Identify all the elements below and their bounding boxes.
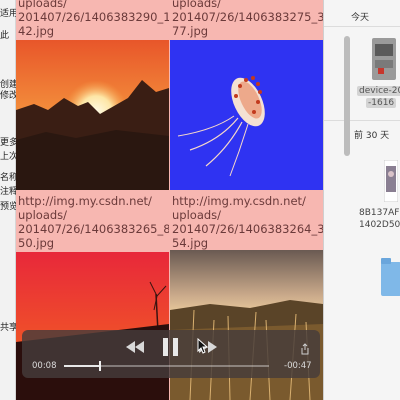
mouse-cursor <box>197 337 209 359</box>
photo-file-icon <box>383 159 399 203</box>
finder-scrollbar[interactable] <box>344 36 350 156</box>
playback-scrubber[interactable] <box>64 361 269 371</box>
video-controls-bar[interactable]: 00:08 -00:47 <box>22 330 320 378</box>
divider <box>324 26 400 27</box>
image-caption-line: uploads/ <box>18 208 68 222</box>
info-label-preview: 预览 <box>0 202 16 212</box>
file-name-line[interactable]: 8B137AF6 <box>359 208 400 218</box>
gallery-cell-jellyfish[interactable]: uploads/ 201407/26/1406383275_39 77.jpg <box>170 0 323 190</box>
info-label-last-opened: 上次打 <box>0 152 16 162</box>
image-caption-line: 201407/26/1406383265_85 <box>18 222 169 236</box>
info-label-this: 此 <box>0 31 10 41</box>
file-name-line[interactable]: device-20 <box>357 86 400 96</box>
jellyfish-image[interactable] <box>170 40 323 190</box>
image-caption-line: 201407/26/1406383275_39 <box>172 10 323 24</box>
section-header-today: 今天 <box>351 13 370 23</box>
share-icon <box>301 343 309 355</box>
rewind-button[interactable] <box>125 340 145 359</box>
elapsed-time: 00:08 <box>32 361 57 371</box>
share-button[interactable] <box>300 342 310 360</box>
rewind-icon <box>126 341 144 353</box>
image-caption-line: http://img.my.csdn.net/ <box>172 194 306 208</box>
remaining-time: -00:47 <box>284 361 312 371</box>
info-label-name: 名称 <box>0 173 16 183</box>
playback-scrubber-knob[interactable] <box>98 361 101 371</box>
screenshot-file-icon <box>372 38 396 80</box>
image-caption-line: 42.jpg <box>18 24 55 38</box>
sunset-mountains-image[interactable] <box>16 40 169 190</box>
info-label-modified: 修改时 <box>0 91 16 101</box>
photo-thumbnail[interactable] <box>383 159 399 203</box>
arrow-cursor-icon <box>197 337 209 354</box>
divider <box>324 120 400 121</box>
info-label-share: 共享 <box>0 323 16 333</box>
image-caption-line: http://img.my.csdn.net/ <box>18 194 152 208</box>
pause-button[interactable] <box>162 337 180 362</box>
image-caption-line: 201407/26/1406383290_10 <box>18 10 169 24</box>
playback-progress-fill <box>64 365 99 367</box>
image-caption-line: uploads/ <box>172 208 222 222</box>
file-name-line[interactable]: -1616 <box>366 98 397 108</box>
image-caption-line: 54.jpg <box>172 236 209 250</box>
gallery-cell-sunset-mountains[interactable]: uploads/ 201407/26/1406383290_10 42.jpg <box>16 0 169 190</box>
file-name-line[interactable]: 1402D50... <box>359 220 400 230</box>
folder-thumbnail[interactable] <box>381 258 400 296</box>
desktop: 适用 此 创建时 修改时 更多 上次打 名称 注释 预览 共享 uploads/… <box>0 0 400 400</box>
section-header-previous-30-days: 前 30 天 <box>354 131 390 141</box>
image-caption-line: 201407/26/1406383264_39 <box>172 222 323 236</box>
image-caption-line: 50.jpg <box>18 236 55 250</box>
finder-window: 今天 device-20 -1616 前 30 天 8B137AF6 1402D… <box>323 0 400 400</box>
info-label-comments: 注释 <box>0 187 16 197</box>
folder-icon <box>381 258 400 296</box>
pause-icon <box>163 338 178 356</box>
info-label-applicable: 适用 <box>0 9 16 19</box>
image-caption-line: 77.jpg <box>172 24 209 38</box>
image-caption-line: uploads/ <box>18 0 68 10</box>
background-info-window: 适用 此 创建时 修改时 更多 上次打 名称 注释 预览 共享 <box>0 0 16 400</box>
screenshot-thumbnail[interactable] <box>372 38 396 80</box>
info-label-more[interactable]: 更多 <box>0 135 16 148</box>
image-caption-line: uploads/ <box>172 0 222 10</box>
